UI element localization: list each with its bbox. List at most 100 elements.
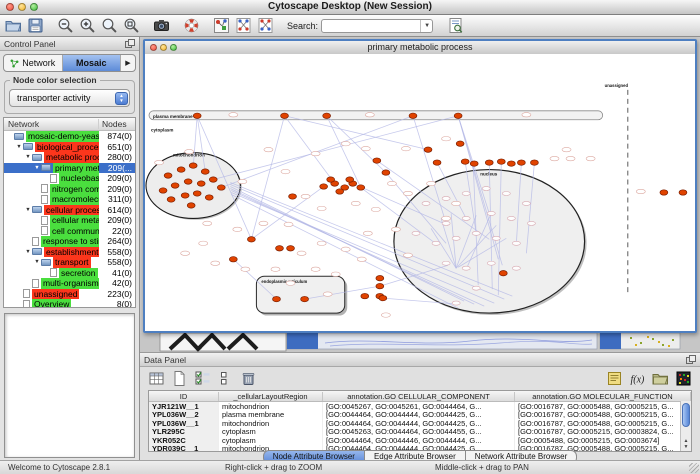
app-titlebar: Cytoscape Desktop (New Session) [0, 0, 700, 15]
tree-row-establishment-of-lo[interactable]: ▼establishment of lo558(0) [4, 247, 135, 258]
scrollbar-arrows-icon[interactable]: ▲▼ [681, 438, 691, 450]
table-row-yjr121w-1[interactable]: YJR121W__1mitochondrion[GO:0045267, GO:0… [149, 402, 691, 411]
table-row-ypl036w-1[interactable]: YPL036W__1mitochondrion[GO:0044464, GO:0… [149, 419, 691, 428]
tree-label: biological_process [35, 142, 99, 153]
delete-attr-icon[interactable] [240, 370, 257, 387]
zoom-actual-icon[interactable] [101, 17, 118, 34]
file-icon [23, 300, 30, 308]
matrix-icon[interactable] [675, 370, 692, 387]
zoom-out-icon[interactable] [57, 17, 74, 34]
tree-row-response-to-stimul[interactable]: response to stimul264(0) [4, 236, 135, 247]
tree-row-overview[interactable]: Overview8(0) [4, 299, 135, 308]
network-view-window[interactable]: primary metabolic process plasma membran… [143, 39, 697, 333]
column-header-cellularlayoutregion[interactable]: _cellularLayoutRegion [219, 392, 323, 401]
tree-row-nitrogen-compo[interactable]: nitrogen compo 209(0) [4, 184, 135, 195]
unselect-attr-icon[interactable] [217, 370, 234, 387]
expand-arrow-icon[interactable]: ▼ [15, 142, 23, 153]
tab-network[interactable]: Network [4, 55, 63, 71]
expand-arrow-icon[interactable]: ▼ [33, 163, 41, 174]
tree-label: establishment of lo [44, 247, 99, 258]
toolbar-group [5, 17, 44, 34]
node-count: 311(0) [108, 194, 132, 205]
save-icon[interactable] [27, 17, 44, 34]
float-panel-icon[interactable] [686, 355, 696, 364]
svg-text:nucleus: nucleus [480, 172, 498, 177]
network-canvas[interactable]: plasma membranecytoplasmmitochondrionnuc… [145, 54, 695, 331]
tree-col-network[interactable]: Network [4, 119, 98, 129]
tree-col-nodes[interactable]: Nodes [98, 119, 135, 129]
node-count: 209(0) [107, 184, 132, 195]
tree-row-transport[interactable]: ▼transport558(0) [4, 257, 135, 268]
node-color-selection-group: Node color selection transporter activit… [4, 80, 135, 114]
tree-row-biological-process[interactable]: ▼biological_process651(0) [4, 142, 135, 153]
tree-row-cell-communicat[interactable]: cell communicat22(0) [4, 226, 135, 237]
file-icon [41, 216, 48, 225]
control-panel-tabs: Network Mosaic ▶ [3, 54, 136, 72]
control-panel: Control Panel Network Mosaic ▶ Node colo… [0, 37, 140, 461]
network-graph[interactable]: plasma membranecytoplasmmitochondrionnuc… [145, 54, 695, 331]
tree-row-primary-metabo[interactable]: ▼primary metabo209(... [4, 163, 135, 174]
node-count: 874(0) [107, 131, 132, 142]
node-color-select-value: transporter activity [17, 93, 91, 103]
column-header-annotation-go-cellular-component[interactable]: annotation.GO CELLULAR_COMPONENT [323, 392, 515, 401]
help-icon[interactable] [183, 17, 200, 34]
background-windows [140, 333, 700, 352]
table-row-ylr295c[interactable]: YLR295Ccytoplasm[GO:0045263, GO:0044464,… [149, 428, 691, 437]
scrollbar-thumb[interactable] [682, 403, 690, 427]
tree-row-macromolecule[interactable]: macromolecule311(0) [4, 194, 135, 205]
table-scrollbar[interactable]: ▲▼ [680, 401, 691, 451]
tab-overflow-arrow-icon[interactable]: ▶ [121, 55, 135, 71]
tree-label: nitrogen compo [50, 184, 99, 195]
float-panel-icon[interactable] [125, 39, 135, 48]
tree-row-cellular-metabo[interactable]: cellular metabo209(0) [4, 215, 135, 226]
node-color-select[interactable]: transporter activity ▲▼ [9, 89, 130, 107]
node-count: 8(0) [117, 299, 132, 308]
search-label: Search: [287, 21, 318, 31]
expand-arrow-icon[interactable]: ▼ [24, 247, 32, 258]
file-icon [41, 226, 48, 235]
column-header-id[interactable]: ID [149, 392, 219, 401]
search-dropdown-arrow-icon[interactable]: ▼ [420, 20, 430, 32]
layout-icon-1[interactable] [235, 17, 252, 34]
column-header-annotation-go-molecular-function[interactable]: annotation.GO MOLECULAR_FUNCTION [515, 392, 691, 401]
attr-table-icon[interactable] [148, 370, 165, 387]
birds-eye-view[interactable] [4, 313, 135, 458]
tree-row-multi-organism-pro[interactable]: multi-organism pro42(0) [4, 278, 135, 289]
search-input[interactable] [324, 20, 420, 32]
tree-row-metabolic-process[interactable]: ▼metabolic process280(0) [4, 152, 135, 163]
expand-arrow-icon[interactable]: ▼ [24, 205, 32, 216]
layout-icon-2[interactable] [257, 17, 274, 34]
node-count: 41(0) [112, 268, 132, 279]
tree-label: primary metabo [53, 163, 99, 174]
snapshot-icon[interactable] [153, 17, 170, 34]
import-icon[interactable] [652, 370, 669, 387]
tree-row-mosaic-demo-yeast[interactable]: mosaic-demo-yeast874(0) [4, 131, 135, 142]
network-window-titlebar[interactable]: primary metabolic process [145, 41, 695, 55]
table-row-ypl036w-2[interactable]: YPL036W__2plasma membrane[GO:0044464, GO… [149, 411, 691, 420]
zoom-fit-icon[interactable] [123, 17, 140, 34]
new-attr-icon[interactable] [171, 370, 188, 387]
svg-text:f(x): f(x) [631, 374, 646, 385]
zoom-in-icon[interactable] [79, 17, 96, 34]
tab-mosaic[interactable]: Mosaic [63, 55, 122, 71]
status-pan-hint: Middle-click + drag to PAN [435, 463, 529, 472]
expand-arrow-icon[interactable]: ▼ [33, 257, 41, 268]
data-panel-title: Data Panel [144, 355, 186, 365]
svg-text:cytoplasm: cytoplasm [151, 128, 173, 133]
tree-row-nucleobase[interactable]: nucleobase-209(0) [4, 173, 135, 184]
select-attr-icon[interactable] [194, 370, 211, 387]
svg-text:plasma membrane: plasma membrane [153, 114, 193, 119]
node-count: 223(0) [107, 289, 132, 300]
tree-row-unassigned[interactable]: unassigned223(0) [4, 289, 135, 300]
open-icon[interactable] [5, 17, 22, 34]
tree-row-cellular-process[interactable]: ▼cellular process614(0) [4, 205, 135, 216]
tree-row-secretion[interactable]: secretion41(0) [4, 268, 135, 279]
resize-grip[interactable] [689, 463, 699, 473]
expand-arrow-icon[interactable]: ▼ [24, 152, 32, 163]
note-icon[interactable] [606, 370, 623, 387]
vizmapper-icon[interactable] [213, 17, 230, 34]
search-config-icon[interactable] [447, 17, 464, 34]
table-row-ykr052c[interactable]: YKR052Ccytoplasm[GO:0044464, GO:0044446,… [149, 436, 691, 445]
formula-icon[interactable]: f(x) [629, 370, 646, 387]
tree-label: cell communicat [50, 226, 99, 237]
